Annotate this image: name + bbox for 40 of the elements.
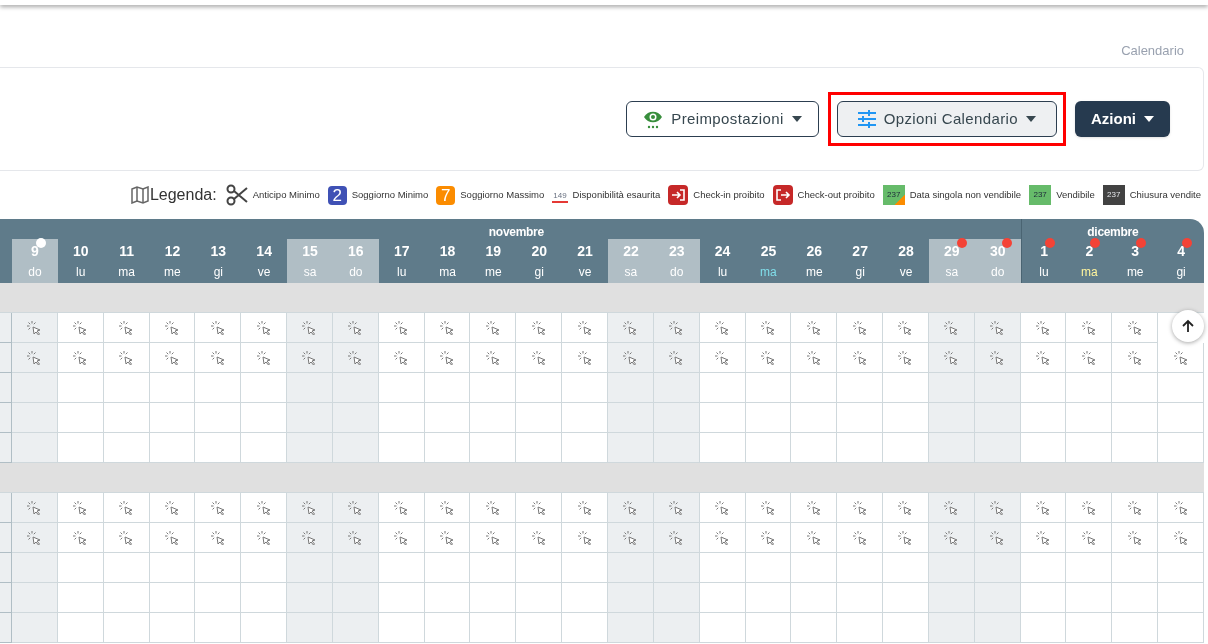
stay-badge: 7 xyxy=(436,185,456,205)
day-header[interactable]: 25 ma xyxy=(745,239,792,283)
legend-label: Check-in proibito xyxy=(693,187,765,202)
day-header[interactable]: 10 lu xyxy=(57,239,104,283)
legend-label: Check-out proibito xyxy=(797,187,875,202)
legend-label: Disponibilità esaurita xyxy=(572,187,661,202)
day-header[interactable]: 18 ma xyxy=(424,239,471,283)
day-header[interactable]: 28 ve xyxy=(883,239,929,283)
calendar-options-button[interactable]: Opzioni Calendario xyxy=(836,101,1057,137)
price-swatch: 237 xyxy=(1102,185,1125,205)
day-header[interactable]: 11 ma xyxy=(103,239,150,283)
day-header[interactable]: 13 gi xyxy=(195,239,242,283)
day-header[interactable]: 26 me xyxy=(791,239,838,283)
day-header[interactable]: 12 me xyxy=(149,239,196,283)
day-header[interactable]: 14 ve xyxy=(241,239,288,283)
sold-out-sample: 149 xyxy=(552,190,568,203)
legend-label: Soggiorno Minimo xyxy=(351,187,429,202)
day-header[interactable]: 27 gi xyxy=(837,239,884,283)
legend-label: Anticipo Minimo xyxy=(252,187,320,202)
day-header[interactable]: 20 gi xyxy=(516,239,563,283)
legend-label: Chiusura vendite xyxy=(1129,187,1201,202)
day-header[interactable]: 3 me xyxy=(1112,239,1159,283)
day-header[interactable]: 2 ma xyxy=(1066,239,1113,283)
price-swatch: 237 xyxy=(1029,185,1052,205)
legend-label: Soggiorno Massimo xyxy=(460,187,545,202)
legend-label: Data singola non vendibile xyxy=(909,187,1022,202)
day-header[interactable]: 19 me xyxy=(470,239,517,283)
price-swatch: 237 xyxy=(882,185,905,205)
breadcrumb: Calendario xyxy=(1121,42,1184,60)
day-header[interactable]: 24 lu xyxy=(699,239,746,283)
month-label: dicembre xyxy=(1087,225,1139,239)
day-header[interactable]: 17 lu xyxy=(378,239,425,283)
stay-badge: 2 xyxy=(327,185,347,205)
day-header[interactable]: 4 gi xyxy=(1158,239,1204,283)
legend-title: Legenda: xyxy=(149,185,217,205)
actions-button[interactable]: Azioni xyxy=(1075,101,1170,137)
day-header[interactable]: 21 ve xyxy=(562,239,608,283)
month-label: novembre xyxy=(488,225,544,239)
presets-button[interactable]: Preimpostazioni xyxy=(626,101,819,137)
legend-label: Vendibile xyxy=(1056,187,1095,202)
